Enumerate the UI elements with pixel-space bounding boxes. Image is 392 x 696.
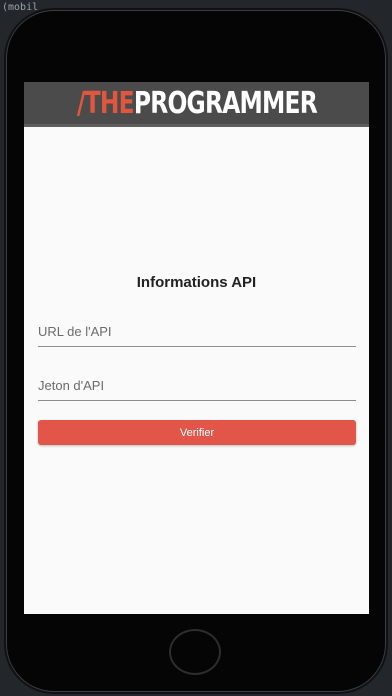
editor-hint-text: (mobil [2,2,39,13]
app-screen: /THEPROGRAMMER Informations API Verifier [24,82,369,614]
api-token-input[interactable] [38,370,356,400]
api-url-input[interactable] [38,316,356,346]
app-logo: /THEPROGRAMMER [76,85,317,121]
verify-button[interactable]: Verifier [38,420,356,445]
app-bar: /THEPROGRAMMER [24,82,369,127]
logo-rest-text: PROGRAMMER [133,85,317,121]
api-token-field [38,370,356,401]
logo-accent-text: /THE [76,85,134,121]
home-button[interactable] [169,629,221,675]
api-url-field [38,316,356,347]
form-container: Informations API Verifier [24,127,369,614]
form-title: Informations API [136,274,257,291]
